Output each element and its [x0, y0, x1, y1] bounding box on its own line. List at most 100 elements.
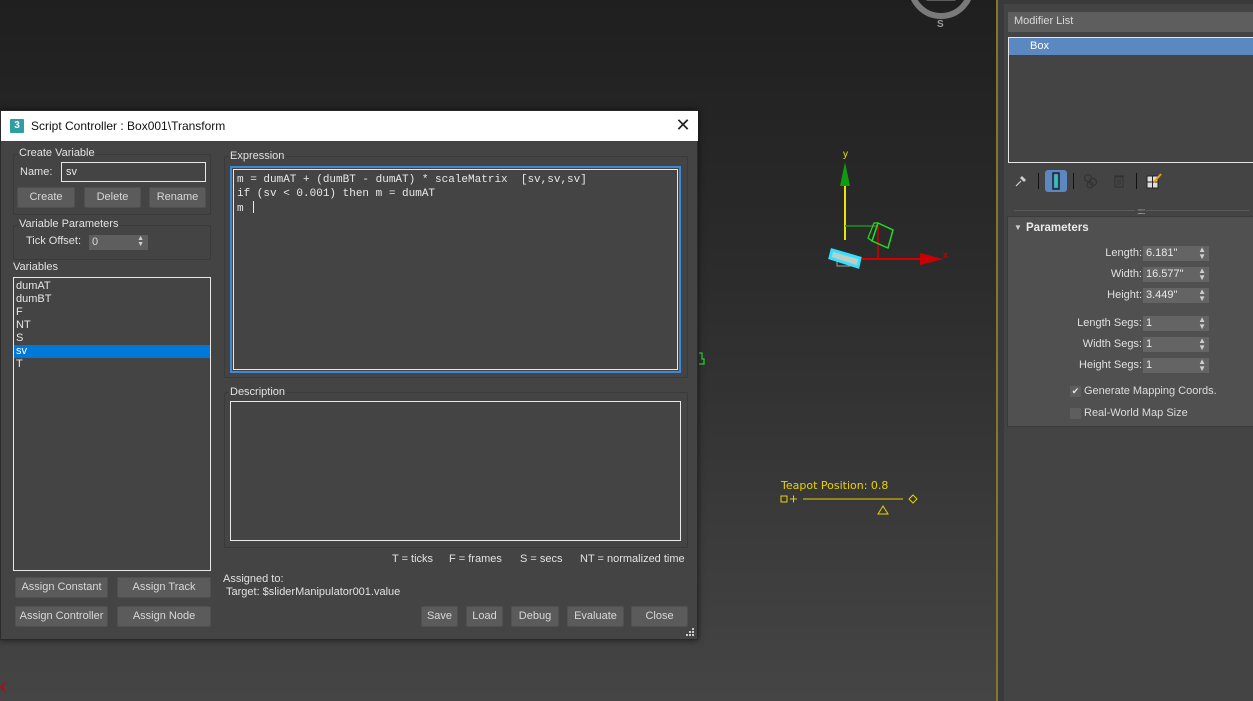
- spinner-arrows-icon[interactable]: ▲ ▼: [1198, 246, 1206, 261]
- x-axis-arrow: [920, 253, 943, 265]
- length-spinner[interactable]: 6.181" ▲ ▼: [1143, 246, 1209, 261]
- dialog-titlebar[interactable]: 3 Script Controller : Box001\Transform ✕: [1, 111, 698, 141]
- spinner-value[interactable]: 6.181": [1146, 247, 1177, 259]
- real-world-map-size-checkbox[interactable]: Real-World Map Size: [1070, 405, 1188, 421]
- collapse-triangle-icon[interactable]: ▼: [1014, 223, 1022, 232]
- configure-modifier-sets-icon[interactable]: [1143, 170, 1165, 192]
- width-segs-spinner[interactable]: 1 ▲ ▼: [1143, 337, 1209, 352]
- variable-list-item[interactable]: NT: [14, 319, 210, 332]
- param-height: Height: 3.449" ▲ ▼: [1008, 288, 1253, 304]
- group-label: Expression: [229, 150, 286, 162]
- rollout-resize-handle[interactable]: ::::::: [1135, 207, 1147, 216]
- param-width-segs: Width Segs: 1 ▲ ▼: [1008, 337, 1253, 353]
- expression-line[interactable]: if (sv < 0.001) then m = dumAT: [237, 187, 674, 201]
- checkbox-checked-icon[interactable]: ✔: [1070, 385, 1081, 397]
- spinner-arrows-icon[interactable]: ▲ ▼: [137, 235, 144, 248]
- variable-list-item[interactable]: T: [14, 358, 210, 371]
- param-width: Width: 16.577" ▲ ▼: [1008, 267, 1253, 283]
- modifier-stack[interactable]: Box: [1008, 37, 1253, 163]
- stack-item-box[interactable]: Box: [1009, 38, 1253, 55]
- selected-box: [828, 248, 862, 269]
- rename-button[interactable]: Rename: [149, 187, 206, 208]
- variable-list-item[interactable]: sv: [14, 345, 210, 358]
- param-label: Length:: [1105, 247, 1142, 259]
- script-controller-dialog: 3 Script Controller : Box001\Transform ✕…: [0, 110, 698, 640]
- variables-list[interactable]: dumAT dumBT F NT Ssv T: [13, 277, 211, 571]
- variable-list-item[interactable]: dumAT: [14, 280, 210, 293]
- tick-offset-spinner[interactable]: 0 ▲ ▼: [89, 235, 148, 250]
- assign-controller-button[interactable]: Assign Controller: [15, 606, 108, 627]
- expression-line[interactable]: m = dumAT + (dumBT - dumAT) * scaleMatri…: [237, 173, 674, 187]
- assign-track-button[interactable]: Assign Track: [117, 577, 211, 598]
- variable-list-item[interactable]: S: [14, 332, 210, 345]
- spinner-value[interactable]: 0: [92, 236, 98, 248]
- legend-secs: S = secs: [520, 553, 563, 565]
- slider-manipulator[interactable]: Teapot Position: 0.8: [779, 479, 924, 517]
- expression-editor[interactable]: m = dumAT + (dumBT - dumAT) * scaleMatri…: [230, 166, 681, 373]
- viewcube[interactable]: S: [907, 0, 975, 30]
- length-segs-spinner[interactable]: 1 ▲ ▼: [1143, 316, 1209, 331]
- spinner-value[interactable]: 1: [1146, 338, 1152, 350]
- save-button[interactable]: Save: [421, 606, 458, 627]
- helper-fragment: [699, 352, 705, 365]
- spinner-value[interactable]: 1: [1146, 359, 1152, 371]
- spinner-arrows-icon[interactable]: ▲ ▼: [1198, 358, 1206, 373]
- close-button[interactable]: Close: [631, 606, 688, 627]
- y-axis-arrow: [840, 162, 850, 186]
- variable-name-input[interactable]: [61, 162, 206, 182]
- generate-mapping-coords-checkbox[interactable]: ✔ Generate Mapping Coords.: [1070, 383, 1217, 399]
- legend-ticks: T = ticks: [392, 553, 434, 565]
- legend-normalized-time: NT = normalized time: [580, 553, 685, 565]
- evaluate-button[interactable]: Evaluate: [567, 606, 624, 627]
- variable-list-item[interactable]: dumBT: [14, 293, 210, 306]
- spinner-arrows-icon[interactable]: ▲ ▼: [1198, 316, 1206, 331]
- height-spinner[interactable]: 3.449" ▲ ▼: [1143, 288, 1209, 303]
- spinner-value[interactable]: 3.449": [1146, 289, 1177, 301]
- delete-button[interactable]: Delete: [84, 187, 141, 208]
- slider-handle: [877, 505, 889, 515]
- app-icon: 3: [10, 119, 24, 133]
- panel-top-edge: [1004, 0, 1253, 4]
- parameters-rollout: ▼ Parameters Length: 6.181" ▲ ▼ Width: 16.…: [1007, 216, 1253, 427]
- assign-node-button[interactable]: Assign Node: [117, 606, 211, 627]
- width-spinner[interactable]: 16.577" ▲ ▼: [1143, 267, 1209, 282]
- rollout-divider: [1014, 210, 1249, 211]
- spinner-arrows-icon[interactable]: ▲ ▼: [1198, 337, 1206, 352]
- variable-list-item[interactable]: F: [14, 306, 210, 319]
- slider-end-diamond: [908, 494, 918, 504]
- rollout-title[interactable]: Parameters: [1026, 222, 1089, 234]
- spinner-arrows-icon[interactable]: ▲ ▼: [1198, 267, 1206, 282]
- checkbox-unchecked-icon[interactable]: [1070, 407, 1081, 419]
- spinner-value[interactable]: 1: [1146, 317, 1152, 329]
- param-label: Length Segs:: [1077, 317, 1142, 329]
- legend-frames: F = frames: [449, 553, 502, 565]
- debug-button[interactable]: Debug: [511, 606, 559, 627]
- load-button[interactable]: Load: [466, 606, 503, 627]
- assign-constant-button[interactable]: Assign Constant: [15, 577, 108, 598]
- make-unique-icon[interactable]: [1080, 170, 1102, 192]
- close-icon[interactable]: ✕: [673, 116, 693, 136]
- viewcube-compass-label: S: [937, 19, 944, 30]
- spinner-value[interactable]: 16.577": [1146, 268, 1184, 280]
- expression-text[interactable]: m = dumAT + (dumBT - dumAT) * scaleMatri…: [233, 169, 678, 370]
- create-button[interactable]: Create: [17, 187, 75, 208]
- pin-stack-icon[interactable]: [1010, 170, 1032, 192]
- name-label: Name:: [20, 166, 53, 178]
- transform-gizmo[interactable]: y x: [800, 140, 960, 280]
- param-label: Height:: [1107, 289, 1142, 301]
- spinner-arrows-icon[interactable]: ▲ ▼: [1198, 288, 1206, 303]
- toolbar-separator: [1073, 173, 1074, 189]
- resize-grip-icon[interactable]: [685, 627, 695, 637]
- modifier-list-dropdown[interactable]: Modifier List: [1008, 12, 1253, 32]
- description-input[interactable]: [230, 401, 681, 541]
- param-label: Height Segs:: [1079, 359, 1142, 371]
- checkbox-label[interactable]: Generate Mapping Coords.: [1084, 385, 1217, 397]
- show-end-result-icon[interactable]: [1045, 170, 1067, 192]
- param-length-segs: Length Segs: 1 ▲ ▼: [1008, 316, 1253, 332]
- height-segs-spinner[interactable]: 1 ▲ ▼: [1143, 358, 1209, 373]
- expression-line[interactable]: m: [237, 201, 674, 216]
- expression-line-text[interactable]: m: [237, 203, 250, 215]
- remove-modifier-icon[interactable]: [1108, 170, 1130, 192]
- checkbox-label[interactable]: Real-World Map Size: [1084, 407, 1188, 419]
- variables-label: Variables: [13, 261, 59, 273]
